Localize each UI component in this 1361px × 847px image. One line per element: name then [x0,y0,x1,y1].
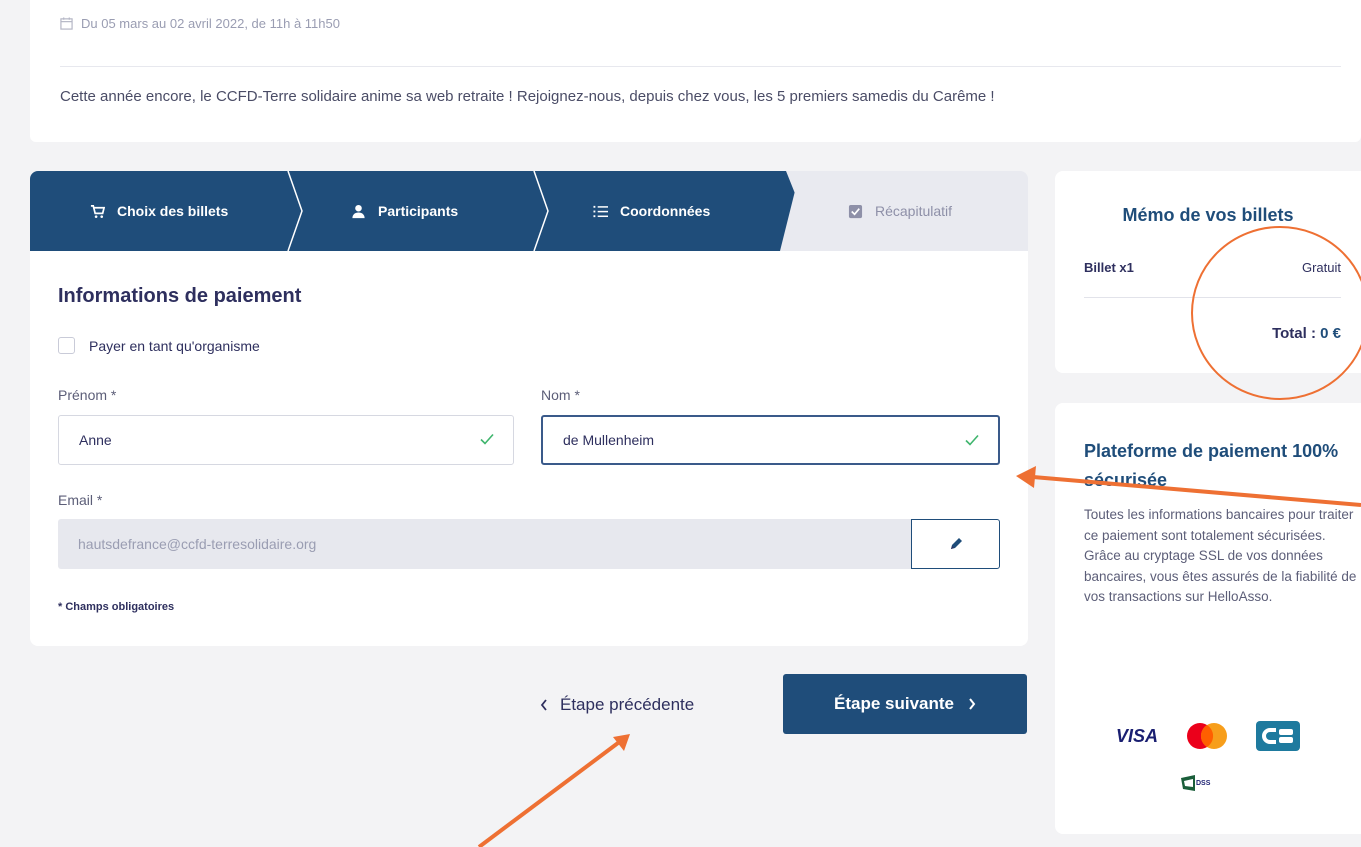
last-name-label: Nom * [541,387,580,403]
checkout-stepper: Choix des billets Participants Coordonné… [30,171,1028,251]
first-name-field[interactable]: Anne [58,415,514,465]
chevron-right-icon [969,698,976,710]
total-label: Total : [1272,325,1316,342]
email-field: hautsdefrance@ccfd-terresolidaire.org [58,519,912,569]
last-name-field[interactable]: de Mullenheim [541,415,1000,465]
event-date-text: Du 05 mars au 02 avril 2022, de 11h à 11… [81,16,340,31]
payment-logos: VISA [1055,721,1361,751]
event-info-card: Du 05 mars au 02 avril 2022, de 11h à 11… [30,0,1361,142]
required-fields-note: * Champs obligatoires [58,601,175,613]
user-icon [352,204,365,218]
edit-email-button[interactable] [911,519,1000,569]
cb-logo-icon [1256,721,1300,751]
step-recapitulatif: Récapitulatif [848,171,952,251]
total-value: 0 € [1320,325,1341,342]
secure-description: Toutes les informations bancaires pour t… [1084,507,1357,604]
valid-check-icon [965,434,979,446]
checkbox-icon [848,204,863,218]
cart-icon [90,204,105,218]
payment-info-title: Informations de paiement [58,285,302,307]
pci-dss-logo-icon: DSS [1181,775,1211,791]
next-step-label: Étape suivante [834,694,954,713]
email-value: hautsdefrance@ccfd-terresolidaire.org [78,536,317,552]
org-checkbox[interactable] [58,337,75,354]
secure-title: Plateforme de paiement 100% sécurisée [1084,441,1339,490]
event-description: Cette année encore, le CCFD-Terre solida… [60,88,995,105]
calendar-icon [60,17,73,30]
step-label: Récapitulatif [875,203,953,219]
divider [1084,297,1341,298]
payment-form-card: Choix des billets Participants Coordonné… [30,171,1028,646]
memo-title: Mémo de vos billets [1122,205,1294,225]
email-label: Email * [58,492,103,508]
ticket-memo-card: Mémo de vos billets Billet x1 Gratuit To… [1055,171,1361,373]
list-icon [593,205,608,217]
svg-text:DSS: DSS [1196,780,1211,787]
secure-payment-card: Plateforme de paiement 100% sécurisée To… [1055,403,1361,834]
step-coordonnees[interactable]: Coordonnées [593,171,710,251]
annotation-arrow-bottom [477,734,630,847]
divider [60,66,1341,67]
step-label: Participants [378,203,459,219]
step-participants[interactable]: Participants [351,171,458,251]
pencil-icon [950,538,962,549]
org-payment-option[interactable]: Payer en tant qu'organisme [58,337,260,354]
chevron-left-icon [540,699,547,711]
visa-logo: VISA [1115,725,1158,746]
mastercard-logo-icon [1187,723,1227,749]
event-date: Du 05 mars au 02 avril 2022, de 11h à 11… [60,16,340,31]
ticket-label: Billet x1 [1084,260,1134,275]
org-checkbox-label: Payer en tant qu'organisme [89,337,260,354]
step-label: Choix des billets [117,203,229,219]
first-name-label: Prénom * [58,387,117,403]
next-step-button[interactable]: Étape suivante [783,674,1027,734]
memo-total: Total : 0 € [1272,325,1341,342]
memo-ticket-row: Billet x1 Gratuit [1084,260,1341,275]
last-name-value: de Mullenheim [563,432,655,448]
previous-step-label: Étape précédente [560,695,695,714]
step-choix-billets[interactable]: Choix des billets [90,171,228,251]
step-label: Coordonnées [620,203,711,219]
valid-check-icon [480,433,494,445]
previous-step-button[interactable]: Étape précédente [540,690,694,720]
ticket-price: Gratuit [1301,260,1341,275]
first-name-value: Anne [79,432,112,448]
